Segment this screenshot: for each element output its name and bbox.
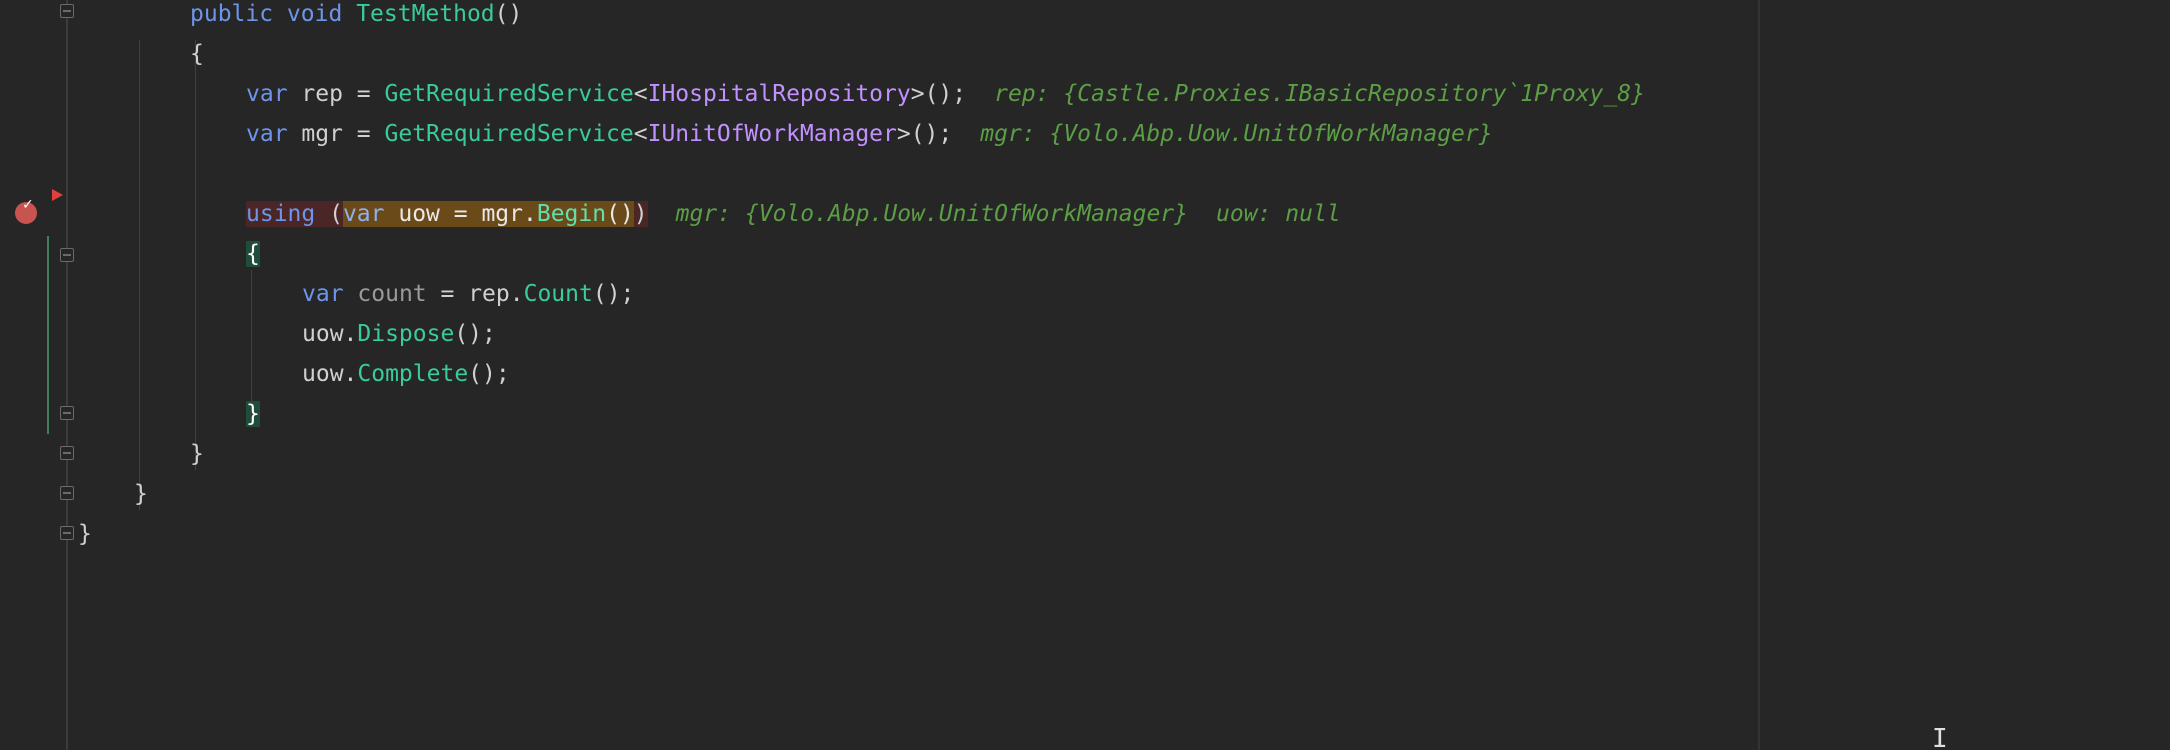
generic-open: <	[633, 81, 648, 107]
code-line-mgr-declaration[interactable]: var mgr = GetRequiredService<IUnitOfWork…	[246, 114, 1493, 154]
call-end: ();	[592, 281, 635, 307]
indent-guide	[195, 40, 196, 470]
generic-close: >();	[910, 81, 967, 107]
code-line-method-close-brace[interactable]: }	[190, 434, 204, 474]
fold-marker-icon[interactable]	[60, 486, 74, 500]
execution-pointer-icon	[52, 189, 63, 201]
code-line-class-close-brace[interactable]: }	[134, 474, 148, 514]
code-line-namespace-close-brace[interactable]: }	[78, 514, 92, 554]
inlay-hint-mgr: mgr: {Volo.Abp.Uow.UnitOfWorkManager}	[675, 201, 1189, 227]
code-line-rep-declaration[interactable]: var rep = GetRequiredService<IHospitalRe…	[246, 74, 1645, 114]
count-assign: = rep.	[426, 281, 524, 307]
indent-guide	[139, 40, 140, 510]
variable-rep[interactable]: rep	[301, 81, 343, 107]
fold-marker-icon[interactable]	[60, 446, 74, 460]
method-call-complete[interactable]: Complete	[357, 361, 468, 387]
variable-mgr[interactable]: mgr	[301, 121, 343, 147]
fold-marker-icon[interactable]	[60, 4, 74, 18]
inlay-hint-uow: uow: null	[1216, 201, 1341, 227]
fold-marker-icon[interactable]	[60, 248, 74, 262]
code-line-count-declaration[interactable]: var count = rep.Count();	[302, 274, 634, 314]
close-brace: }	[78, 521, 92, 547]
text-cursor-icon: I	[1932, 724, 1948, 750]
code-line-using-close-brace[interactable]: }	[246, 394, 260, 434]
matched-close-brace: }	[246, 401, 260, 427]
method-name[interactable]: TestMethod	[356, 1, 494, 27]
method-call-get-required-service[interactable]: GetRequiredService	[385, 121, 634, 147]
code-line-method-signature[interactable]: public void TestMethod()	[190, 0, 522, 34]
call-parens: ()	[606, 201, 634, 227]
right-margin-guide	[1758, 0, 1760, 750]
method-call-get-required-service[interactable]: GetRequiredService	[385, 81, 634, 107]
code-line-using-open-brace[interactable]: {	[246, 234, 260, 274]
open-brace: {	[190, 41, 204, 67]
generic-open: <	[633, 121, 648, 147]
method-call-count[interactable]: Count	[524, 281, 593, 307]
method-modifiers: public void	[190, 1, 343, 27]
using-open-paren: (	[315, 201, 343, 227]
using-declaration[interactable]: uow = mgr.	[398, 201, 536, 227]
variable-count-unused[interactable]: count	[357, 281, 426, 307]
code-line-dispose-call[interactable]: uow.Dispose();	[302, 314, 496, 354]
code-editor[interactable]: ✓ public void TestMethod() { var rep = G…	[0, 0, 2170, 750]
method-call-begin[interactable]: Begin	[537, 201, 606, 227]
inlay-hint-mgr: mgr: {Volo.Abp.Uow.UnitOfWorkManager}	[980, 121, 1493, 147]
fold-marker-icon[interactable]	[60, 406, 74, 420]
generic-close: >();	[896, 121, 953, 147]
assign-operator: =	[342, 81, 385, 107]
breakpoint-line-highlight: using (var uow = mgr.Begin())	[246, 201, 648, 227]
fold-marker-icon[interactable]	[60, 526, 74, 540]
method-parens: ()	[494, 1, 523, 27]
breakpoint-verified-check-icon: ✓	[22, 197, 34, 213]
using-close-paren: )	[633, 201, 648, 227]
call-end: ();	[454, 321, 496, 347]
code-line-using-statement[interactable]: using (var uow = mgr.Begin()) mgr: {Volo.…	[246, 194, 1341, 234]
code-line-complete-call[interactable]: uow.Complete();	[302, 354, 510, 394]
current-execution-highlight: var uow = mgr.Begin()	[342, 201, 634, 227]
code-line-method-open-brace[interactable]: {	[190, 34, 204, 74]
close-brace: }	[190, 441, 204, 467]
gutter-fold-line	[66, 0, 68, 750]
method-call-dispose[interactable]: Dispose	[357, 321, 454, 347]
keyword-var: var	[342, 201, 385, 227]
keyword-var: var	[246, 81, 288, 107]
assign-operator: =	[342, 121, 385, 147]
inlay-hint-rep: rep: {Castle.Proxies.IBasicRepository`1P…	[994, 81, 1645, 107]
call-end: ();	[468, 361, 510, 387]
matched-open-brace: {	[246, 241, 260, 267]
keyword-var: var	[302, 281, 344, 307]
type-iunitofworkmanager[interactable]: IUnitOfWorkManager	[648, 121, 897, 147]
keyword-var: var	[246, 121, 288, 147]
close-brace: }	[134, 481, 148, 507]
uow-reference[interactable]: uow.	[302, 321, 357, 347]
vcs-change-bar[interactable]	[47, 236, 49, 434]
uow-reference[interactable]: uow.	[302, 361, 357, 387]
keyword-using: using	[246, 201, 316, 227]
type-ihospitalrepository[interactable]: IHospitalRepository	[648, 81, 911, 107]
